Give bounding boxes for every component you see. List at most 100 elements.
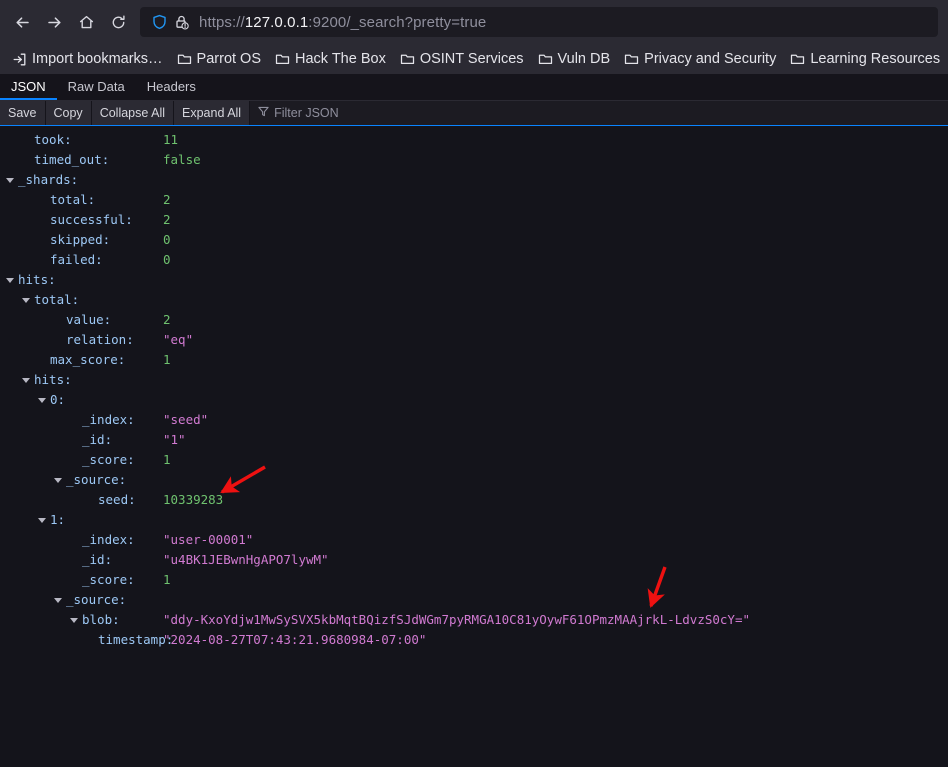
json-key: 1: [50,512,66,527]
lock-warning-icon[interactable] [170,11,192,33]
json-row[interactable]: _source: [0,590,948,610]
bookmark-label: Privacy and Security [644,50,777,67]
json-key: total: [50,192,96,207]
json-row[interactable]: timestamp: "2024-08-27T07:43:21.9680984-0… [0,630,948,650]
json-row[interactable]: _source: [0,470,948,490]
expand-toggle-icon[interactable] [4,177,16,183]
json-value: 10339283 [163,492,224,507]
folder-icon [400,52,415,66]
json-row[interactable]: total: [0,290,948,310]
json-row[interactable]: hits: [0,270,948,290]
json-row[interactable]: max_score: 1 [0,350,948,370]
bookmark-label: Vuln DB [557,50,611,67]
json-tree-panel[interactable]: took: 11 timed_out: false _shards: total: 2 suc… [0,126,948,767]
tab-headers[interactable]: Headers [136,74,207,100]
json-key: timed_out: [34,152,110,167]
shield-icon[interactable] [148,11,170,33]
json-row[interactable]: hits: [0,370,948,390]
back-button[interactable] [6,6,38,38]
json-key: total: [34,292,80,307]
expand-toggle-icon[interactable] [52,477,64,483]
json-row[interactable]: total: 2 [0,190,948,210]
json-viewer-toolbar: Save Copy Collapse All Expand All Filter… [0,101,948,126]
bookmark-vuln-db[interactable]: Vuln DB [532,47,617,71]
folder-icon [177,52,192,66]
json-row[interactable]: skipped: 0 [0,230,948,250]
funnel-icon [258,104,269,122]
tab-raw-data[interactable]: Raw Data [57,74,136,100]
bookmark-label: OSINT Services [419,50,524,67]
json-value: false [163,152,201,167]
json-row[interactable]: _score: 1 [0,450,948,470]
json-key: _score: [82,572,135,587]
bookmark-import-bookmarks[interactable]: Import bookmarks… [6,47,169,71]
json-row[interactable]: took: 11 [0,130,948,150]
json-row[interactable]: _index: "user-00001" [0,530,948,550]
json-row[interactable]: 0: [0,390,948,410]
json-value: 0 [163,232,171,247]
home-button[interactable] [70,6,102,38]
json-key: _shards: [18,172,79,187]
expand-toggle-icon[interactable] [52,597,64,603]
tab-json[interactable]: JSON [0,74,57,100]
url-path: :9200/_search?pretty=true [308,13,487,31]
expand-toggle-icon[interactable] [68,617,80,623]
bookmark-parrot-os[interactable]: Parrot OS [171,47,267,71]
json-value: "1" [163,432,186,447]
import-icon [12,52,27,67]
json-value: "seed" [163,412,209,427]
browser-navigation-bar: https://127.0.0.1:9200/_search?pretty=tr… [0,0,948,44]
collapse-all-button[interactable]: Collapse All [91,101,175,125]
json-key: blob: [82,612,120,627]
collapse-all-label: Collapse All [99,106,166,120]
bookmark-privacy-and-security[interactable]: Privacy and Security [618,47,782,71]
json-row[interactable]: relation: "eq" [0,330,948,350]
bookmark-learning-resources[interactable]: Learning Resources [784,47,946,71]
json-key: _source: [66,592,127,607]
json-viewer-tabs: JSON Raw Data Headers [0,74,948,101]
json-row[interactable]: 1: [0,510,948,530]
json-key: relation: [66,332,134,347]
json-value: 1 [163,572,171,587]
json-key: _source: [66,472,127,487]
url-bar[interactable]: https://127.0.0.1:9200/_search?pretty=tr… [140,7,938,37]
json-key: skipped: [50,232,111,247]
json-row[interactable]: blob: "ddy-KxoYdjw1MwSySVX5kbMqtBQizfSJdW… [0,610,948,630]
expand-toggle-icon[interactable] [36,397,48,403]
json-key: _id: [82,552,113,567]
json-key: _id: [82,432,113,447]
filter-placeholder-text: Filter JSON [274,106,339,120]
tab-label: JSON [11,78,46,94]
bookmark-hack-the-box[interactable]: Hack The Box [269,47,392,71]
json-key: timestamp: [98,632,174,647]
json-row[interactable]: successful: 2 [0,210,948,230]
json-row[interactable]: failed: 0 [0,250,948,270]
json-key: _index: [82,412,135,427]
copy-button[interactable]: Copy [45,101,92,125]
json-row[interactable]: _score: 1 [0,570,948,590]
bookmark-osint-services[interactable]: OSINT Services [394,47,530,71]
filter-json-input[interactable]: Filter JSON [250,101,948,125]
expand-toggle-icon[interactable] [36,517,48,523]
json-row[interactable]: _id: "1" [0,430,948,450]
json-value: 1 [163,452,171,467]
reload-button[interactable] [102,6,134,38]
forward-button[interactable] [38,6,70,38]
json-row[interactable]: timed_out: false [0,150,948,170]
json-row[interactable]: value: 2 [0,310,948,330]
expand-toggle-icon[interactable] [20,377,32,383]
bookmark-label: Import bookmarks… [32,50,163,67]
json-row[interactable]: seed: 10339283 [0,490,948,510]
expand-all-button[interactable]: Expand All [174,101,251,125]
url-text[interactable]: https://127.0.0.1:9200/_search?pretty=tr… [199,14,486,31]
save-button[interactable]: Save [0,101,46,125]
json-row[interactable]: _shards: [0,170,948,190]
expand-all-label: Expand All [182,106,242,120]
bookmarks-toolbar: Import bookmarks… Parrot OS Hack The Box… [0,44,948,74]
json-key: took: [34,132,72,147]
expand-toggle-icon[interactable] [4,277,16,283]
json-row[interactable]: _id: "u4BK1JEBwnHgAPO7lywM" [0,550,948,570]
json-row[interactable]: _index: "seed" [0,410,948,430]
json-key: 0: [50,392,66,407]
expand-toggle-icon[interactable] [20,297,32,303]
